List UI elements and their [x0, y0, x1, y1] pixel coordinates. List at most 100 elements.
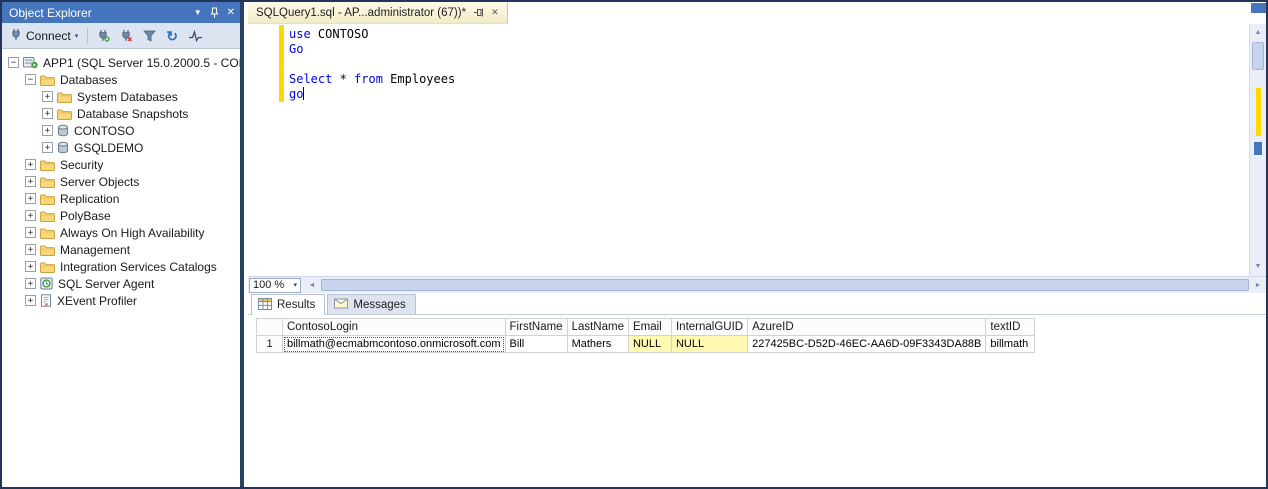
- expand-icon[interactable]: +: [25, 227, 36, 238]
- connect-object-button[interactable]: [94, 27, 113, 44]
- grid-tbody: 1 billmath@ecmabmcontoso.onmicrosoft.com B…: [256, 335, 1036, 353]
- column-header-contosologin[interactable]: ContosoLogin: [282, 318, 506, 336]
- column-header-firstname[interactable]: FirstName: [504, 318, 568, 336]
- expand-icon[interactable]: +: [42, 142, 53, 153]
- tree-item-integration-services-catalogs[interactable]: + Integration Services Catalogs: [2, 258, 240, 275]
- pin-icon[interactable]: [210, 7, 219, 19]
- connect-label: Connect: [26, 28, 71, 43]
- tree-item-system-databases[interactable]: + System Databases: [2, 88, 240, 105]
- tree-item-polybase[interactable]: + PolyBase: [2, 207, 240, 224]
- folder-icon: [40, 210, 55, 222]
- tree-item-management[interactable]: + Management: [2, 241, 240, 258]
- expand-icon[interactable]: +: [25, 210, 36, 221]
- code-line[interactable]: Select * from Employees: [289, 72, 1246, 87]
- tree-item-label: Databases: [60, 72, 118, 87]
- folder-icon: [40, 193, 55, 205]
- tree-item-gsqldemo[interactable]: + GSQLDEMO: [2, 139, 240, 156]
- tab-list-button[interactable]: [1251, 3, 1266, 13]
- expand-icon[interactable]: +: [25, 176, 36, 187]
- expand-icon[interactable]: +: [42, 108, 53, 119]
- tree-item-label: System Databases: [77, 89, 178, 104]
- tree-item-replication[interactable]: + Replication: [2, 190, 240, 207]
- results-tab-messages[interactable]: Messages: [327, 294, 416, 314]
- tree-item-databases[interactable]: − Databases: [2, 71, 240, 88]
- tab-close-icon[interactable]: ✕: [491, 7, 499, 18]
- close-icon[interactable]: ✕: [227, 7, 235, 18]
- activity-monitor-button[interactable]: [185, 28, 206, 44]
- expand-icon[interactable]: +: [25, 244, 36, 255]
- database-icon: [57, 124, 69, 137]
- collapse-icon[interactable]: −: [8, 57, 19, 68]
- expand-icon[interactable]: +: [25, 193, 36, 204]
- editor-hscrollbar[interactable]: [320, 277, 1250, 293]
- zoom-control[interactable]: 100 % ▾: [249, 277, 301, 293]
- vscroll-thumb[interactable]: [1252, 42, 1264, 70]
- tab-pin-icon[interactable]: [473, 7, 484, 18]
- expand-icon[interactable]: +: [25, 159, 36, 170]
- editor-bottom-bar: 100 % ▾ ◄ ►: [248, 276, 1266, 293]
- object-explorer-panel: Object Explorer ▼ ✕ Connect ▾ ↻ − APP1 (S…: [2, 2, 244, 487]
- tree-item-server-objects[interactable]: + Server Objects: [2, 173, 240, 190]
- code-line[interactable]: Go: [289, 42, 1246, 57]
- column-header-azureid[interactable]: AzureID: [747, 318, 987, 336]
- tree-item-database-snapshots[interactable]: + Database Snapshots: [2, 105, 240, 122]
- grid-corner-header[interactable]: [256, 318, 283, 336]
- scroll-up-icon[interactable]: ▲: [1250, 25, 1266, 41]
- refresh-button[interactable]: ↻: [163, 27, 181, 45]
- code-line[interactable]: go: [289, 87, 1246, 102]
- tree-item-always-on-high-availability[interactable]: + Always On High Availability: [2, 224, 240, 241]
- sql-editor[interactable]: use CONTOSO Go Select * from Employees go …: [248, 24, 1266, 276]
- database-icon: [57, 141, 69, 154]
- column-header-textid[interactable]: textID: [985, 318, 1036, 336]
- expand-icon[interactable]: +: [42, 91, 53, 102]
- tree-item-sql-server-agent[interactable]: + SQL Server Agent: [2, 275, 240, 292]
- tree-item-contoso[interactable]: + CONTOSO: [2, 122, 240, 139]
- folder-icon: [40, 227, 55, 239]
- server-icon: [23, 56, 38, 69]
- grid-cell[interactable]: NULL: [627, 335, 672, 353]
- tree-item-xevent-profiler[interactable]: + XEvent Profiler: [2, 292, 240, 309]
- disconnect-button[interactable]: [117, 27, 136, 44]
- column-header-lastname[interactable]: LastName: [566, 318, 629, 336]
- column-header-internalguid[interactable]: InternalGUID: [670, 318, 749, 336]
- connect-button[interactable]: Connect ▾: [7, 26, 81, 46]
- expand-icon[interactable]: +: [25, 295, 36, 306]
- grid-cell[interactable]: NULL: [670, 335, 749, 353]
- scroll-right-icon[interactable]: ►: [1250, 282, 1266, 289]
- folder-icon: [40, 159, 55, 171]
- row-header[interactable]: 1: [256, 335, 283, 353]
- expand-icon[interactable]: +: [25, 278, 36, 289]
- hscroll-thumb[interactable]: [321, 279, 1249, 291]
- expand-icon[interactable]: +: [42, 125, 53, 136]
- ssms-window: Object Explorer ▼ ✕ Connect ▾ ↻ − APP1 (S…: [0, 0, 1268, 489]
- tree-item-security[interactable]: + Security: [2, 156, 240, 173]
- tree-item-label: Always On High Availability: [60, 225, 205, 240]
- grid-cell[interactable]: 227425BC-D52D-46EC-AA6D-09F3343DA88B: [747, 335, 987, 353]
- code-line[interactable]: [289, 57, 1246, 72]
- tree-item-label: Server Objects: [60, 174, 140, 189]
- scroll-down-icon[interactable]: ▼: [1250, 259, 1266, 275]
- grid-cell[interactable]: Bill: [504, 335, 568, 353]
- collapse-icon[interactable]: −: [25, 74, 36, 85]
- scroll-left-icon[interactable]: ◄: [304, 282, 320, 289]
- expand-icon[interactable]: +: [25, 261, 36, 272]
- grid-cell[interactable]: billmath@ecmabmcontoso.onmicrosoft.com: [282, 335, 506, 353]
- filter-button[interactable]: [140, 28, 159, 44]
- tree-item-app1-sql-server-15-0-2000-5-conto[interactable]: − APP1 (SQL Server 15.0.2000.5 - CONTO: [2, 54, 240, 71]
- tree-item-label: Management: [60, 242, 131, 257]
- folder-icon: [40, 244, 55, 256]
- code-line[interactable]: use CONTOSO: [289, 27, 1246, 42]
- object-explorer-header[interactable]: Object Explorer ▼ ✕: [2, 2, 240, 23]
- column-header-email[interactable]: Email: [627, 318, 672, 336]
- folder-icon: [57, 108, 72, 120]
- code-area[interactable]: use CONTOSO Go Select * from Employees go: [289, 27, 1246, 102]
- folder-icon: [57, 91, 72, 103]
- results-tab-results[interactable]: Results: [251, 294, 326, 315]
- editor-vscrollbar[interactable]: ▲ ▼: [1249, 24, 1266, 276]
- grid-header-row: ContosoLogin FirstName LastName Email Intern…: [256, 318, 1036, 336]
- grid-cell[interactable]: Mathers: [566, 335, 629, 353]
- grid-row: 1 billmath@ecmabmcontoso.onmicrosoft.com B…: [256, 335, 1036, 353]
- window-menu-icon[interactable]: ▼: [194, 8, 202, 17]
- document-tab[interactable]: SQLQuery1.sql - AP...administrator (67))…: [248, 2, 508, 24]
- grid-cell[interactable]: billmath: [985, 335, 1036, 353]
